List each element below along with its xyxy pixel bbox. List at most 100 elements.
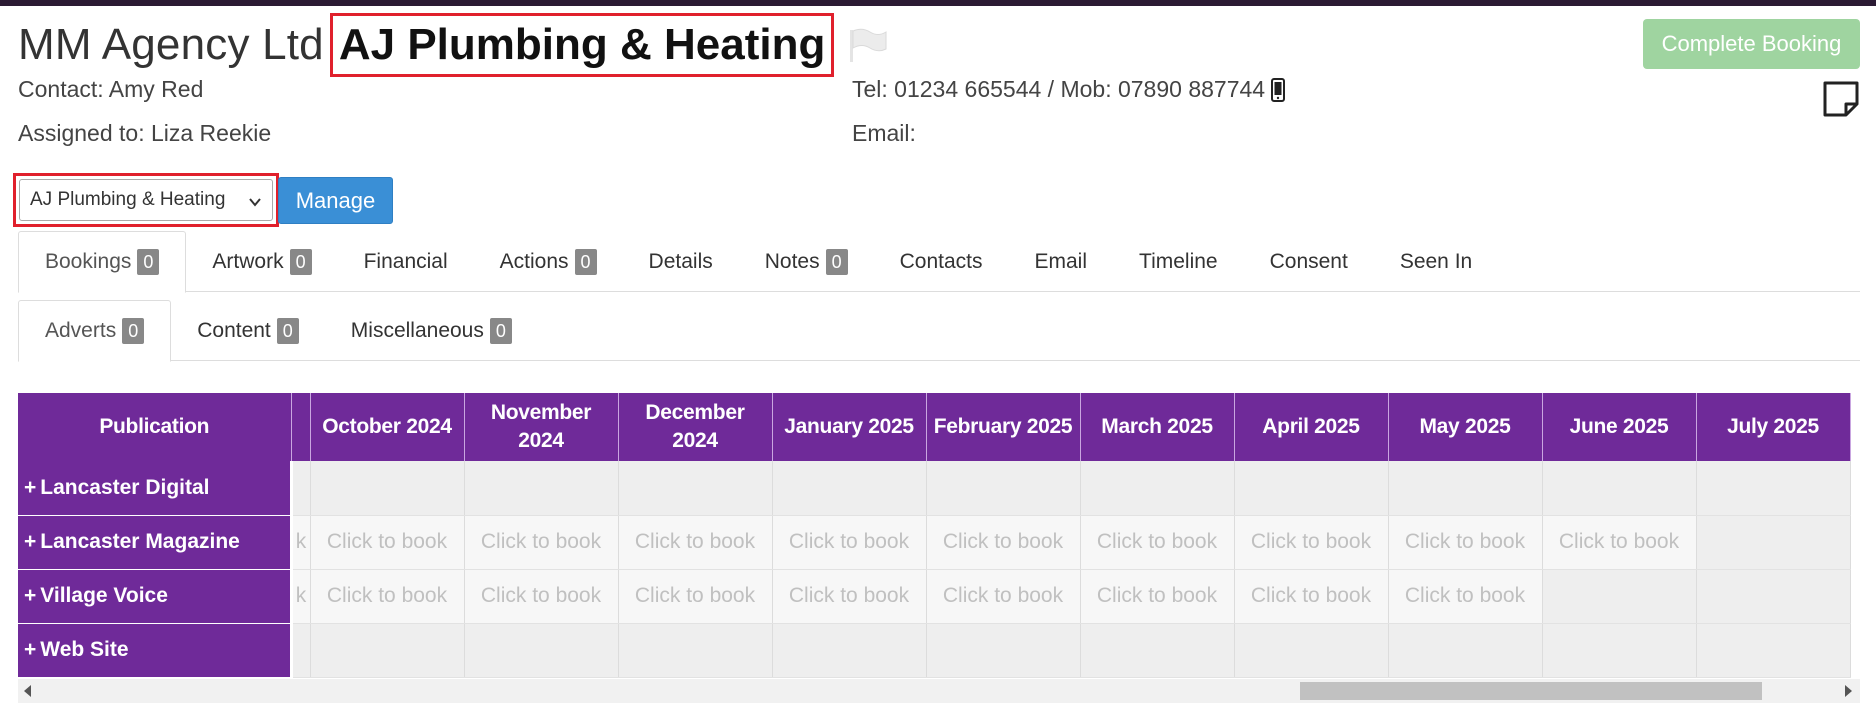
grid-cell-partial[interactable]: k [291, 515, 311, 570]
chevron-down-icon [248, 193, 262, 207]
click-to-book-cell[interactable]: Click to book [926, 569, 1081, 624]
tab-label: Notes [764, 249, 820, 273]
subtab-content[interactable]: Content 0 [171, 300, 325, 361]
expand-plus-icon[interactable]: + [24, 476, 36, 499]
complete-booking-button[interactable]: Complete Booking [1643, 19, 1860, 69]
tab-timeline[interactable]: Timeline [1113, 231, 1244, 292]
flag-icon[interactable] [844, 27, 888, 63]
grid-header-row: Publication October 2024 November 2024 D… [18, 393, 1851, 461]
tab-label: Contacts [899, 249, 983, 273]
scroll-left-arrow-icon[interactable] [24, 685, 31, 697]
grid-cell [291, 623, 311, 678]
grid-cell [1542, 569, 1697, 624]
publication-name: Lancaster Digital [40, 475, 210, 499]
subtab-label: Adverts [45, 319, 117, 342]
grid-cell [772, 623, 927, 678]
month-header: April 2025 [1234, 393, 1389, 461]
tab-bookings[interactable]: Bookings 0 [18, 231, 187, 293]
grid-cell [1234, 461, 1389, 516]
tab-notes[interactable]: Notes 0 [739, 231, 874, 292]
month-header: July 2025 [1696, 393, 1851, 461]
tab-seen-in[interactable]: Seen In [1374, 231, 1498, 292]
scrollbar-thumb[interactable] [1300, 682, 1762, 700]
grid-cell [772, 461, 927, 516]
publication-cell[interactable]: + Lancaster Magazine [18, 515, 293, 570]
tel-mob-text: Tel: 01234 665544 / Mob: 07890 887744 [852, 76, 1266, 102]
tab-label: Seen In [1399, 249, 1473, 273]
click-to-book-cell[interactable]: Click to book [772, 515, 927, 570]
publication-cell[interactable]: + Village Voice [18, 569, 293, 624]
click-to-book-cell[interactable]: Click to book [1388, 515, 1543, 570]
expand-plus-icon[interactable]: + [24, 530, 36, 553]
table-row: + Village Voice k Click to book Click to … [18, 569, 1851, 624]
tab-badge: 0 [825, 248, 848, 275]
grid-cell [1696, 623, 1851, 678]
sticky-note-icon[interactable] [1822, 80, 1860, 118]
publication-cell[interactable]: + Web Site [18, 623, 293, 678]
month-header: February 2025 [926, 393, 1081, 461]
subtab-badge: 0 [489, 317, 512, 344]
grid-cell [310, 461, 465, 516]
contact-name: Contact: Amy Red [18, 76, 204, 102]
grid-cell [618, 623, 773, 678]
tab-actions[interactable]: Actions 0 [474, 231, 623, 292]
tab-label: Details [648, 249, 713, 273]
client-name-highlight: AJ Plumbing & Heating [329, 13, 835, 77]
expand-plus-icon[interactable]: + [24, 638, 36, 661]
click-to-book-cell[interactable]: Click to book [1234, 515, 1389, 570]
grid-cell [291, 461, 311, 516]
tab-financial[interactable]: Financial [338, 231, 474, 292]
month-header: October 2024 [310, 393, 465, 461]
month-header: December 2024 [618, 393, 773, 461]
tab-label: Artwork [212, 249, 284, 273]
tab-contacts[interactable]: Contacts [874, 231, 1009, 292]
tab-artwork[interactable]: Artwork 0 [186, 231, 337, 292]
publication-name: Village Voice [40, 584, 168, 607]
tab-details[interactable]: Details [623, 231, 739, 292]
click-to-book-cell[interactable]: Click to book [464, 569, 619, 624]
tab-consent[interactable]: Consent [1244, 231, 1374, 292]
subtab-badge: 0 [276, 317, 299, 344]
click-to-book-cell[interactable]: Click to book [1080, 569, 1235, 624]
grid-cell [1696, 461, 1851, 516]
tab-label: Consent [1269, 249, 1348, 273]
month-header: May 2025 [1388, 393, 1543, 461]
grid-cell [1696, 515, 1851, 570]
click-to-book-cell[interactable]: Click to book [464, 515, 619, 570]
tab-email[interactable]: Email [1009, 231, 1114, 292]
grid-cell [926, 623, 1081, 678]
subtab-adverts[interactable]: Adverts 0 [18, 300, 172, 362]
manage-button[interactable]: Manage [278, 177, 393, 224]
click-to-book-cell[interactable]: Click to book [618, 515, 773, 570]
click-to-book-cell[interactable]: Click to book [618, 569, 773, 624]
publication-header: Publication [18, 393, 292, 461]
month-header: January 2025 [772, 393, 927, 461]
horizontal-scrollbar[interactable] [18, 679, 1860, 703]
tab-badge: 0 [289, 248, 312, 275]
tab-label: Financial [363, 249, 448, 273]
click-to-book-cell[interactable]: Click to book [1542, 515, 1697, 570]
page-title: MM Agency Ltd AJ Plumbing & Heating [18, 13, 888, 77]
grid-cell [1542, 461, 1697, 516]
scroll-right-arrow-icon[interactable] [1845, 685, 1852, 697]
click-to-book-cell[interactable]: Click to book [1080, 515, 1235, 570]
click-to-book-cell[interactable]: Click to book [1388, 569, 1543, 624]
grid-cell [1080, 461, 1235, 516]
publication-cell[interactable]: + Lancaster Digital [18, 461, 293, 516]
grid-cell-partial[interactable]: k [291, 569, 311, 624]
click-to-book-cell[interactable]: Click to book [1234, 569, 1389, 624]
hidden-month-header [291, 393, 311, 461]
click-to-book-cell[interactable]: Click to book [310, 569, 465, 624]
client-select[interactable]: AJ Plumbing & Heating [19, 179, 273, 221]
click-to-book-cell[interactable]: Click to book [772, 569, 927, 624]
main-tabs: Bookings 0 Artwork 0 Financial Actions 0 De… [18, 231, 1860, 293]
grid-cell [1080, 623, 1235, 678]
click-to-book-cell[interactable]: Click to book [310, 515, 465, 570]
expand-plus-icon[interactable]: + [24, 584, 36, 607]
click-to-book-cell[interactable]: Click to book [926, 515, 1081, 570]
grid-cell [1542, 623, 1697, 678]
subtab-miscellaneous[interactable]: Miscellaneous 0 [325, 300, 538, 361]
subtab-label: Content [197, 318, 271, 342]
booking-grid: Publication October 2024 November 2024 D… [18, 393, 1860, 679]
tab-label: Bookings [45, 250, 132, 273]
